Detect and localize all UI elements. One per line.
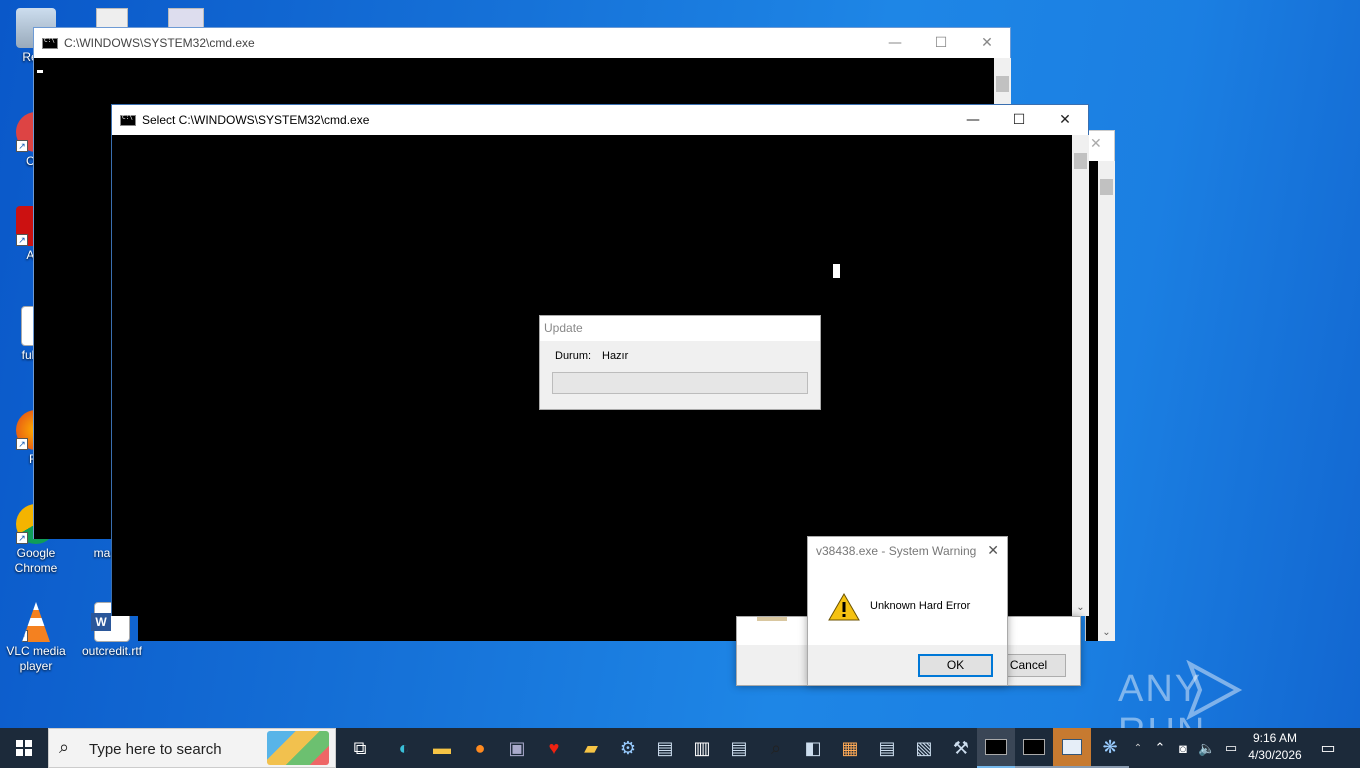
windows-logo-icon — [16, 740, 32, 756]
firefox-icon[interactable]: ● — [461, 728, 499, 768]
taskbar: ⌕ Type here to search ⧉ ◐ ▬ ● ▣ ♥ ▰ ⚙ ▤ … — [0, 728, 1360, 768]
app-icon[interactable]: ⚒ — [942, 728, 980, 768]
search-highlight-icon — [267, 731, 329, 765]
file-explorer-icon[interactable]: ▬ — [423, 728, 461, 768]
status-value: Hazır — [602, 350, 629, 362]
background-console-window: ✕ ⌄ — [1085, 130, 1115, 641]
update-app-taskbar-icon[interactable] — [1053, 728, 1091, 768]
minimize-button[interactable]: — — [950, 105, 996, 135]
network-app-icon[interactable]: ⚙ — [609, 728, 647, 768]
progress-bar — [552, 372, 808, 394]
cmd-icon — [42, 37, 58, 49]
search-box[interactable]: ⌕ Type here to search — [48, 728, 336, 768]
close-icon: ✕ — [1090, 135, 1102, 151]
shortcut-arrow-icon: ↗ — [16, 140, 28, 152]
heart-icon[interactable]: ♥ — [535, 728, 573, 768]
show-hidden-icons-icon[interactable]: ⌃ — [1150, 728, 1170, 768]
app-icon[interactable]: ▦ — [831, 728, 869, 768]
network-app-icon[interactable]: ▧ — [905, 728, 943, 768]
close-button[interactable]: ✕ — [964, 28, 1010, 58]
desktop-icon-label: outcredit.rtf — [81, 644, 143, 658]
folder-icon[interactable]: ▰ — [572, 728, 610, 768]
dialog-title-bar[interactable]: Update — [540, 316, 820, 341]
window-app-icon[interactable]: ▤ — [646, 728, 684, 768]
window-app-icon[interactable]: ▤ — [720, 728, 758, 768]
dialog-title: v38438.exe - System Warning — [816, 544, 977, 558]
overflow-scroll-icon[interactable]: ⌃ — [1130, 728, 1146, 768]
file-icon — [757, 617, 787, 621]
cmd-taskbar-icon[interactable] — [1015, 728, 1053, 768]
clock[interactable]: 9:16 AM 4/30/2026 — [1244, 730, 1306, 766]
warning-message: Unknown Hard Error — [870, 600, 971, 612]
vertical-scrollbar[interactable]: ⌄ — [1098, 161, 1115, 641]
system-warning-dialog[interactable]: v38438.exe - System Warning ✕ Unknown Ha… — [807, 536, 1008, 686]
edge-icon[interactable]: ◐ — [385, 728, 423, 768]
file-icon[interactable] — [96, 8, 128, 28]
scroll-down-icon[interactable]: ⌄ — [1098, 624, 1115, 641]
search-icon: ⌕ — [59, 737, 70, 757]
search-placeholder: Type here to search — [89, 741, 222, 758]
vertical-scrollbar[interactable]: ⌄ — [1072, 135, 1089, 616]
warning-icon — [828, 592, 860, 621]
update-dialog[interactable]: Update Durum: Hazır — [539, 315, 821, 410]
start-button[interactable] — [4, 728, 44, 768]
close-button[interactable]: ✕ — [987, 542, 999, 559]
window-title: C:\WINDOWS\SYSTEM32\cmd.exe — [64, 36, 255, 50]
title-bar[interactable]: C:\WINDOWS\SYSTEM32\cmd.exe — ☐ ✕ — [34, 28, 1010, 58]
meet-now-icon[interactable]: ◙ — [1172, 728, 1194, 768]
cmd-taskbar-icon[interactable] — [977, 728, 1015, 768]
clock-date: 4/30/2026 — [1248, 748, 1302, 762]
console-area — [138, 616, 736, 641]
close-button[interactable]: ✕ — [1042, 105, 1088, 135]
text-cursor — [37, 70, 43, 73]
file-icon[interactable] — [168, 8, 204, 28]
shortcut-arrow-icon: ↗ — [16, 234, 28, 246]
ok-button[interactable]: OK — [918, 654, 993, 677]
window-app-icon[interactable]: ▤ — [868, 728, 906, 768]
document-app-icon[interactable]: ▥ — [683, 728, 721, 768]
cmd-icon — [120, 114, 136, 126]
scroll-down-icon[interactable]: ⌄ — [1072, 599, 1089, 616]
network-icon[interactable]: ▭ — [1220, 728, 1242, 768]
scrollbar-thumb[interactable] — [1074, 153, 1087, 169]
app-icon[interactable]: ◧ — [794, 728, 832, 768]
magnifier-app-icon[interactable]: ⌕ — [757, 728, 795, 768]
desktop-icon-label: VLC media player — [6, 644, 66, 673]
scrollbar-thumb[interactable] — [996, 76, 1009, 92]
minimize-button[interactable]: — — [872, 28, 918, 58]
desktop-icon-vlc[interactable]: ↗ VLC media player — [0, 602, 72, 674]
dialog-title: Update — [544, 321, 583, 335]
app-icon[interactable]: ▣ — [498, 728, 536, 768]
scrollbar-thumb[interactable] — [1100, 179, 1113, 195]
status-label: Durum: — [555, 350, 592, 362]
dialog-title-bar[interactable]: v38438.exe - System Warning ✕ — [808, 537, 1007, 565]
volume-icon[interactable]: 🔈 — [1196, 728, 1218, 768]
shortcut-arrow-icon: ↗ — [16, 532, 28, 544]
maximize-button[interactable]: ☐ — [996, 105, 1042, 135]
maximize-button[interactable]: ☐ — [918, 28, 964, 58]
notifications-icon[interactable]: ▭ — [1310, 728, 1346, 768]
shortcut-arrow-icon: ↗ — [16, 438, 28, 450]
app-taskbar-icon[interactable]: ❋ — [1091, 728, 1129, 768]
shortcut-arrow-icon: ↗ — [22, 630, 28, 642]
window-title: Select C:\WINDOWS\SYSTEM32\cmd.exe — [142, 113, 370, 127]
desktop-icon-label: Google Chrome — [14, 546, 58, 575]
clock-time: 9:16 AM — [1252, 731, 1298, 745]
text-cursor — [833, 264, 840, 278]
task-view-icon[interactable]: ⧉ — [341, 728, 379, 768]
title-bar[interactable]: Select C:\WINDOWS\SYSTEM32\cmd.exe — ☐ ✕ — [112, 105, 1088, 135]
anyrun-watermark: ANY RUN — [1118, 659, 1318, 753]
vlc-icon: ↗ — [22, 602, 50, 642]
